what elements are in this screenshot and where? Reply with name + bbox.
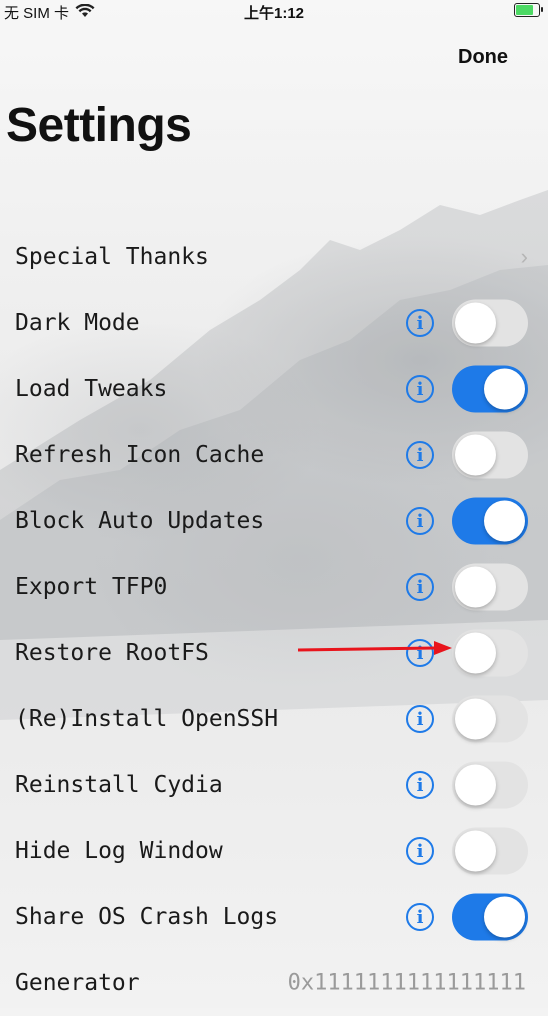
annotation-arrow [297, 641, 452, 655]
